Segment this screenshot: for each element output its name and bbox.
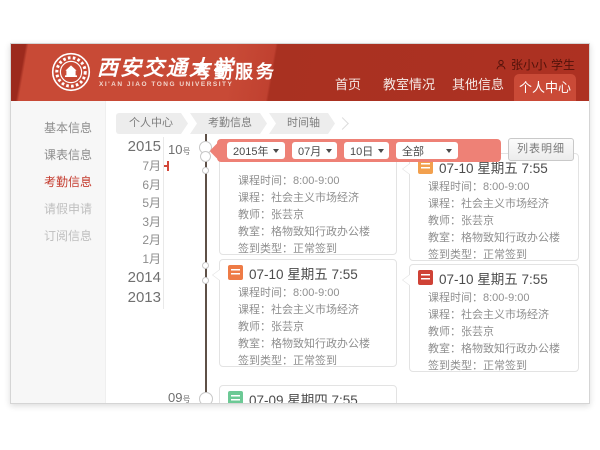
breadcrumb-chevron-icon bbox=[336, 117, 349, 130]
attendance-card: 07-10 星期五 7:55 课程时间：8:00-9:00 课程：社会主义市场经… bbox=[409, 153, 579, 261]
university-logo-icon bbox=[51, 52, 91, 92]
nav-tab-personal-center-active[interactable]: 个人中心 bbox=[514, 74, 576, 101]
month-select[interactable]: 07月 bbox=[292, 142, 337, 159]
timeline-nav-july-current[interactable]: 7月 bbox=[103, 157, 161, 176]
timeline-nav-2015[interactable]: 2015 bbox=[103, 137, 161, 157]
sidebar-item-leave-request[interactable]: 请假申请 bbox=[11, 196, 105, 223]
calendar-icon bbox=[228, 265, 243, 280]
dropdown-arrow-icon bbox=[446, 149, 452, 153]
user-name: 张小小 bbox=[511, 56, 547, 73]
card-field-teacher: 教师：张芸京 bbox=[428, 213, 570, 230]
card-field-teacher: 教师：张芸京 bbox=[238, 319, 388, 336]
card-field-course-time: 课程时间：8:00-9:00 bbox=[238, 173, 388, 190]
date-filter-bar: 2015年 07月 10日 全部 bbox=[217, 139, 501, 162]
card-field-course: 课程：社会主义市场经济 bbox=[238, 190, 388, 207]
calendar-icon bbox=[228, 391, 243, 403]
sidebar-item-schedule-info[interactable]: 课表信息 bbox=[11, 142, 105, 169]
sidebar: 基本信息 课表信息 考勤信息 请假申请 订阅信息 bbox=[11, 101, 106, 403]
card-field-signin-type: 签到类型：正常签到 bbox=[238, 353, 388, 370]
user-role: 学生 bbox=[551, 56, 575, 73]
timeline-node bbox=[200, 151, 211, 162]
card-field-signin-type: 签到类型：正常签到 bbox=[428, 247, 570, 264]
attendance-card: 07-10 星期五 7:55 课程时间：8:00-9:00 课程：社会主义市场经… bbox=[219, 259, 397, 367]
breadcrumb-attendance-info[interactable]: 考勤信息 bbox=[190, 113, 267, 134]
calendar-icon bbox=[418, 270, 433, 285]
timeline-node bbox=[202, 167, 209, 174]
list-detail-button[interactable]: 列表明细 bbox=[508, 138, 574, 161]
breadcrumb-personal-center[interactable]: 个人中心 bbox=[116, 113, 188, 134]
breadcrumb-timeline[interactable]: 时间轴 bbox=[269, 113, 335, 134]
timeline-nav-may[interactable]: 5月 bbox=[103, 194, 161, 213]
attendance-card: 课程时间：8:00-9:00 课程：社会主义市场经济 教师：张芸京 教室：格物致… bbox=[219, 147, 397, 255]
card-date: 07-10 星期五 7:55 bbox=[439, 268, 548, 288]
sidebar-item-attendance-info[interactable]: 考勤信息 bbox=[11, 169, 105, 196]
timeline-year-month-nav: 2015 7月 6月 5月 3月 2月 1月 2014 2013 bbox=[103, 137, 161, 308]
sidebar-item-basic-info[interactable]: 基本信息 bbox=[11, 115, 105, 142]
year-select[interactable]: 2015年 bbox=[227, 142, 285, 159]
main-nav: 首页 教室情况 其他信息 个人中心 bbox=[335, 74, 576, 101]
breadcrumb: 个人中心 考勤信息 时间轴 bbox=[116, 113, 347, 134]
timeline-node bbox=[202, 277, 209, 284]
type-select[interactable]: 全部 bbox=[396, 142, 458, 159]
timeline-nav-march[interactable]: 3月 bbox=[103, 213, 161, 232]
day-select[interactable]: 10日 bbox=[344, 142, 389, 159]
card-field-teacher: 教师：张芸京 bbox=[238, 207, 388, 224]
card-field-classroom: 教室：格物致知行政办公楼 bbox=[238, 336, 388, 353]
timeline-nav-january[interactable]: 1月 bbox=[103, 250, 161, 269]
timeline-nav-june[interactable]: 6月 bbox=[103, 176, 161, 195]
app-title: 考勤服务 bbox=[193, 58, 277, 84]
screenshot-stage: 西安交通大学 XI'AN JIAO TONG UNIVERSITY 考勤服务 张… bbox=[0, 0, 600, 450]
dropdown-arrow-icon bbox=[326, 149, 332, 153]
card-field-teacher: 教师：张芸京 bbox=[428, 324, 570, 341]
timeline-nav-divider bbox=[163, 137, 164, 309]
card-field-signin-type: 签到类型：正常签到 bbox=[238, 241, 388, 258]
card-date: 07-09 星期四 7:55 bbox=[249, 389, 358, 404]
attendance-card: 07-09 星期四 7:55 bbox=[219, 385, 397, 403]
card-field-classroom: 教室：格物致知行政办公楼 bbox=[428, 341, 570, 358]
card-field-course-time: 课程时间：8:00-9:00 bbox=[428, 179, 570, 196]
app-window: 西安交通大学 XI'AN JIAO TONG UNIVERSITY 考勤服务 张… bbox=[10, 43, 590, 404]
dropdown-arrow-icon bbox=[273, 149, 279, 153]
card-field-classroom: 教室：格物致知行政办公楼 bbox=[428, 230, 570, 247]
dropdown-arrow-icon bbox=[378, 149, 384, 153]
card-field-course-time: 课程时间：8:00-9:00 bbox=[238, 285, 388, 302]
nav-item-home[interactable]: 首页 bbox=[335, 74, 361, 101]
timeline-node bbox=[202, 262, 209, 269]
nav-item-classrooms[interactable]: 教室情况 bbox=[383, 74, 435, 101]
user-icon bbox=[495, 59, 507, 71]
card-field-classroom: 教室：格物致知行政办公楼 bbox=[238, 224, 388, 241]
timeline-nav-2013[interactable]: 2013 bbox=[103, 288, 161, 308]
card-field-course: 课程：社会主义市场经济 bbox=[238, 302, 388, 319]
timeline-node bbox=[199, 392, 213, 403]
card-date: 07-10 星期五 7:55 bbox=[249, 263, 358, 283]
sidebar-item-subscription-info[interactable]: 订阅信息 bbox=[11, 223, 105, 250]
timeline-nav-february[interactable]: 2月 bbox=[103, 231, 161, 250]
content-area: 基本信息 课表信息 考勤信息 请假申请 订阅信息 个人中心 考勤信息 时间轴 2… bbox=[11, 101, 589, 403]
timeline-day-marker-09: 09号 bbox=[168, 390, 190, 403]
card-field-course: 课程：社会主义市场经济 bbox=[428, 307, 570, 324]
attendance-card: 07-10 星期五 7:55 课程时间：8:00-9:00 课程：社会主义市场经… bbox=[409, 264, 579, 372]
app-header: 西安交通大学 XI'AN JIAO TONG UNIVERSITY 考勤服务 张… bbox=[11, 44, 589, 101]
nav-item-other-info[interactable]: 其他信息 bbox=[452, 74, 504, 101]
timeline-day-marker-10: 10号 bbox=[168, 142, 190, 157]
card-field-signin-type: 签到类型：正常签到 bbox=[428, 358, 570, 375]
card-field-course-time: 课程时间：8:00-9:00 bbox=[428, 290, 570, 307]
timeline-nav-2014[interactable]: 2014 bbox=[103, 268, 161, 288]
user-info[interactable]: 张小小 学生 bbox=[495, 56, 575, 73]
card-field-course: 课程：社会主义市场经济 bbox=[428, 196, 570, 213]
